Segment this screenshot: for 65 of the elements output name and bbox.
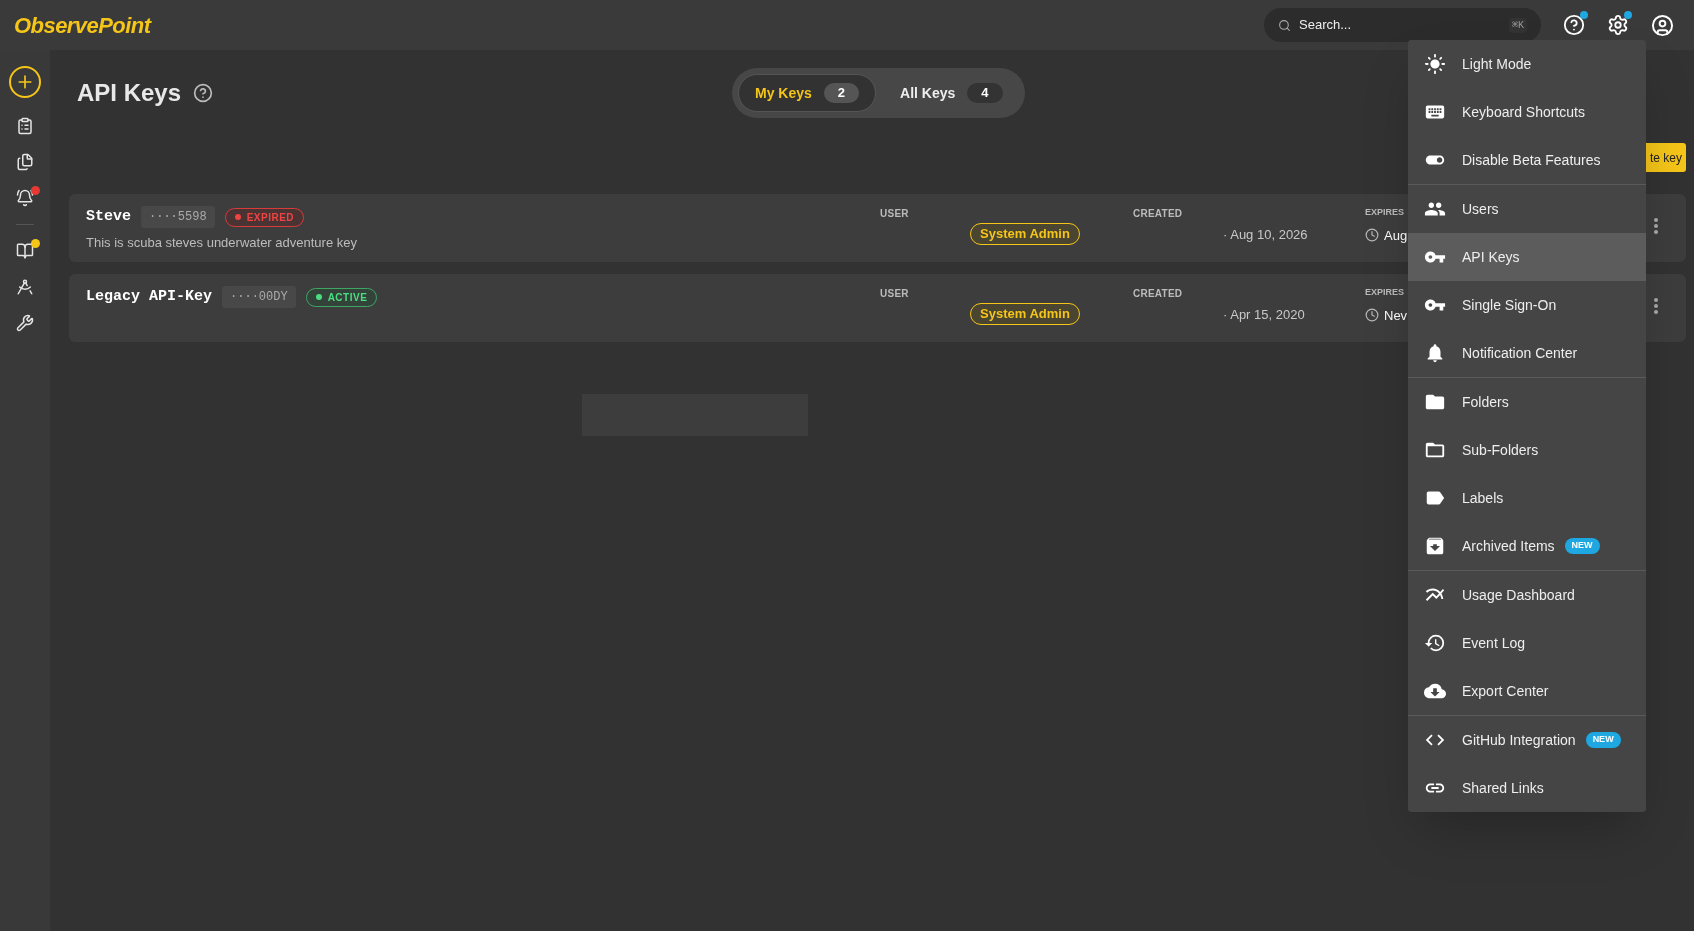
new-badge: NEW bbox=[1585, 732, 1621, 748]
menu-item[interactable]: API Keys bbox=[1408, 233, 1646, 281]
search-input[interactable]: Search... bbox=[1299, 15, 1501, 35]
menu-item[interactable]: Disable Beta Features bbox=[1408, 136, 1646, 184]
list-icon bbox=[16, 117, 34, 135]
more-button[interactable] bbox=[1654, 298, 1658, 314]
tab[interactable]: All Keys 4 bbox=[884, 74, 1019, 112]
status-badge: EXPIRED bbox=[224, 207, 305, 227]
archive-icon bbox=[1424, 535, 1446, 557]
column-label: USER bbox=[880, 287, 910, 301]
masked-key: ····5598 bbox=[141, 206, 215, 229]
compass-icon bbox=[16, 278, 34, 296]
column-label: CREATED bbox=[1133, 207, 1184, 221]
menu-item[interactable]: Light Mode bbox=[1408, 40, 1646, 88]
help-icon[interactable] bbox=[193, 83, 214, 103]
menu-item[interactable]: Labels bbox=[1408, 474, 1646, 522]
settings-button[interactable] bbox=[1607, 14, 1629, 36]
menu-item[interactable]: Sub-Folders bbox=[1408, 426, 1646, 474]
key-description: This is scuba steves underwater adventure key bbox=[86, 233, 358, 252]
menu-item[interactable]: Keyboard Shortcuts bbox=[1408, 88, 1646, 136]
shortcut-hint: ⌘K bbox=[1508, 17, 1527, 33]
menu-item[interactable]: Usage Dashboard bbox=[1408, 571, 1646, 619]
key-name: Steve bbox=[86, 207, 131, 227]
menu-item[interactable]: Users bbox=[1408, 185, 1646, 233]
tab[interactable]: My Keys 2 bbox=[738, 74, 877, 112]
clock-icon bbox=[1365, 228, 1379, 243]
column-label: EXPIRES bbox=[1365, 286, 1405, 299]
masked-key: ····00DY bbox=[222, 286, 296, 309]
tools-icon bbox=[16, 314, 34, 332]
logo[interactable]: ObservePoint bbox=[14, 8, 151, 42]
new-badge: NEW bbox=[1564, 538, 1600, 554]
history-icon bbox=[1424, 632, 1446, 654]
search-icon bbox=[1278, 18, 1291, 32]
documents-icon bbox=[16, 153, 34, 171]
help-button[interactable] bbox=[1563, 14, 1585, 36]
menu-item[interactable]: Archived Items NEW bbox=[1408, 522, 1646, 570]
clock-icon bbox=[1365, 308, 1379, 323]
created-date: · Aug 10, 2026 bbox=[1223, 226, 1309, 244]
menu-item[interactable]: Event Log bbox=[1408, 619, 1646, 667]
expiry-date: Nev bbox=[1384, 306, 1408, 325]
menu-item[interactable]: Notification Center bbox=[1408, 329, 1646, 377]
search-field[interactable]: Search... ⌘K bbox=[1264, 8, 1541, 42]
menu-item[interactable]: GitHub Integration NEW bbox=[1408, 716, 1646, 764]
bell-icon bbox=[16, 189, 34, 207]
column-label: USER bbox=[880, 207, 910, 221]
key-name: Legacy API-Key bbox=[86, 287, 213, 307]
menu-item[interactable]: Single Sign-On bbox=[1408, 281, 1646, 329]
kebab-icon bbox=[1654, 298, 1658, 314]
expiry-date: Aug bbox=[1384, 226, 1408, 245]
role-badge: System Admin bbox=[970, 223, 1080, 245]
sun-icon bbox=[1424, 53, 1446, 75]
column-label: CREATED bbox=[1133, 287, 1184, 301]
page-title: API Keys bbox=[77, 78, 182, 108]
menu-item[interactable]: Folders bbox=[1408, 378, 1646, 426]
created-date: · Apr 15, 2020 bbox=[1223, 306, 1306, 324]
add-button[interactable] bbox=[9, 66, 41, 98]
account-button[interactable] bbox=[1651, 13, 1674, 37]
column-label: EXPIRES bbox=[1365, 206, 1405, 219]
more-button[interactable] bbox=[1654, 218, 1658, 234]
status-badge: ACTIVE bbox=[305, 287, 378, 307]
menu-item[interactable]: Export Center bbox=[1408, 667, 1646, 715]
book-icon bbox=[16, 242, 34, 260]
menu-item[interactable]: Shared Links bbox=[1408, 764, 1646, 812]
role-badge: System Admin bbox=[970, 303, 1080, 325]
kebab-icon bbox=[1654, 218, 1658, 234]
